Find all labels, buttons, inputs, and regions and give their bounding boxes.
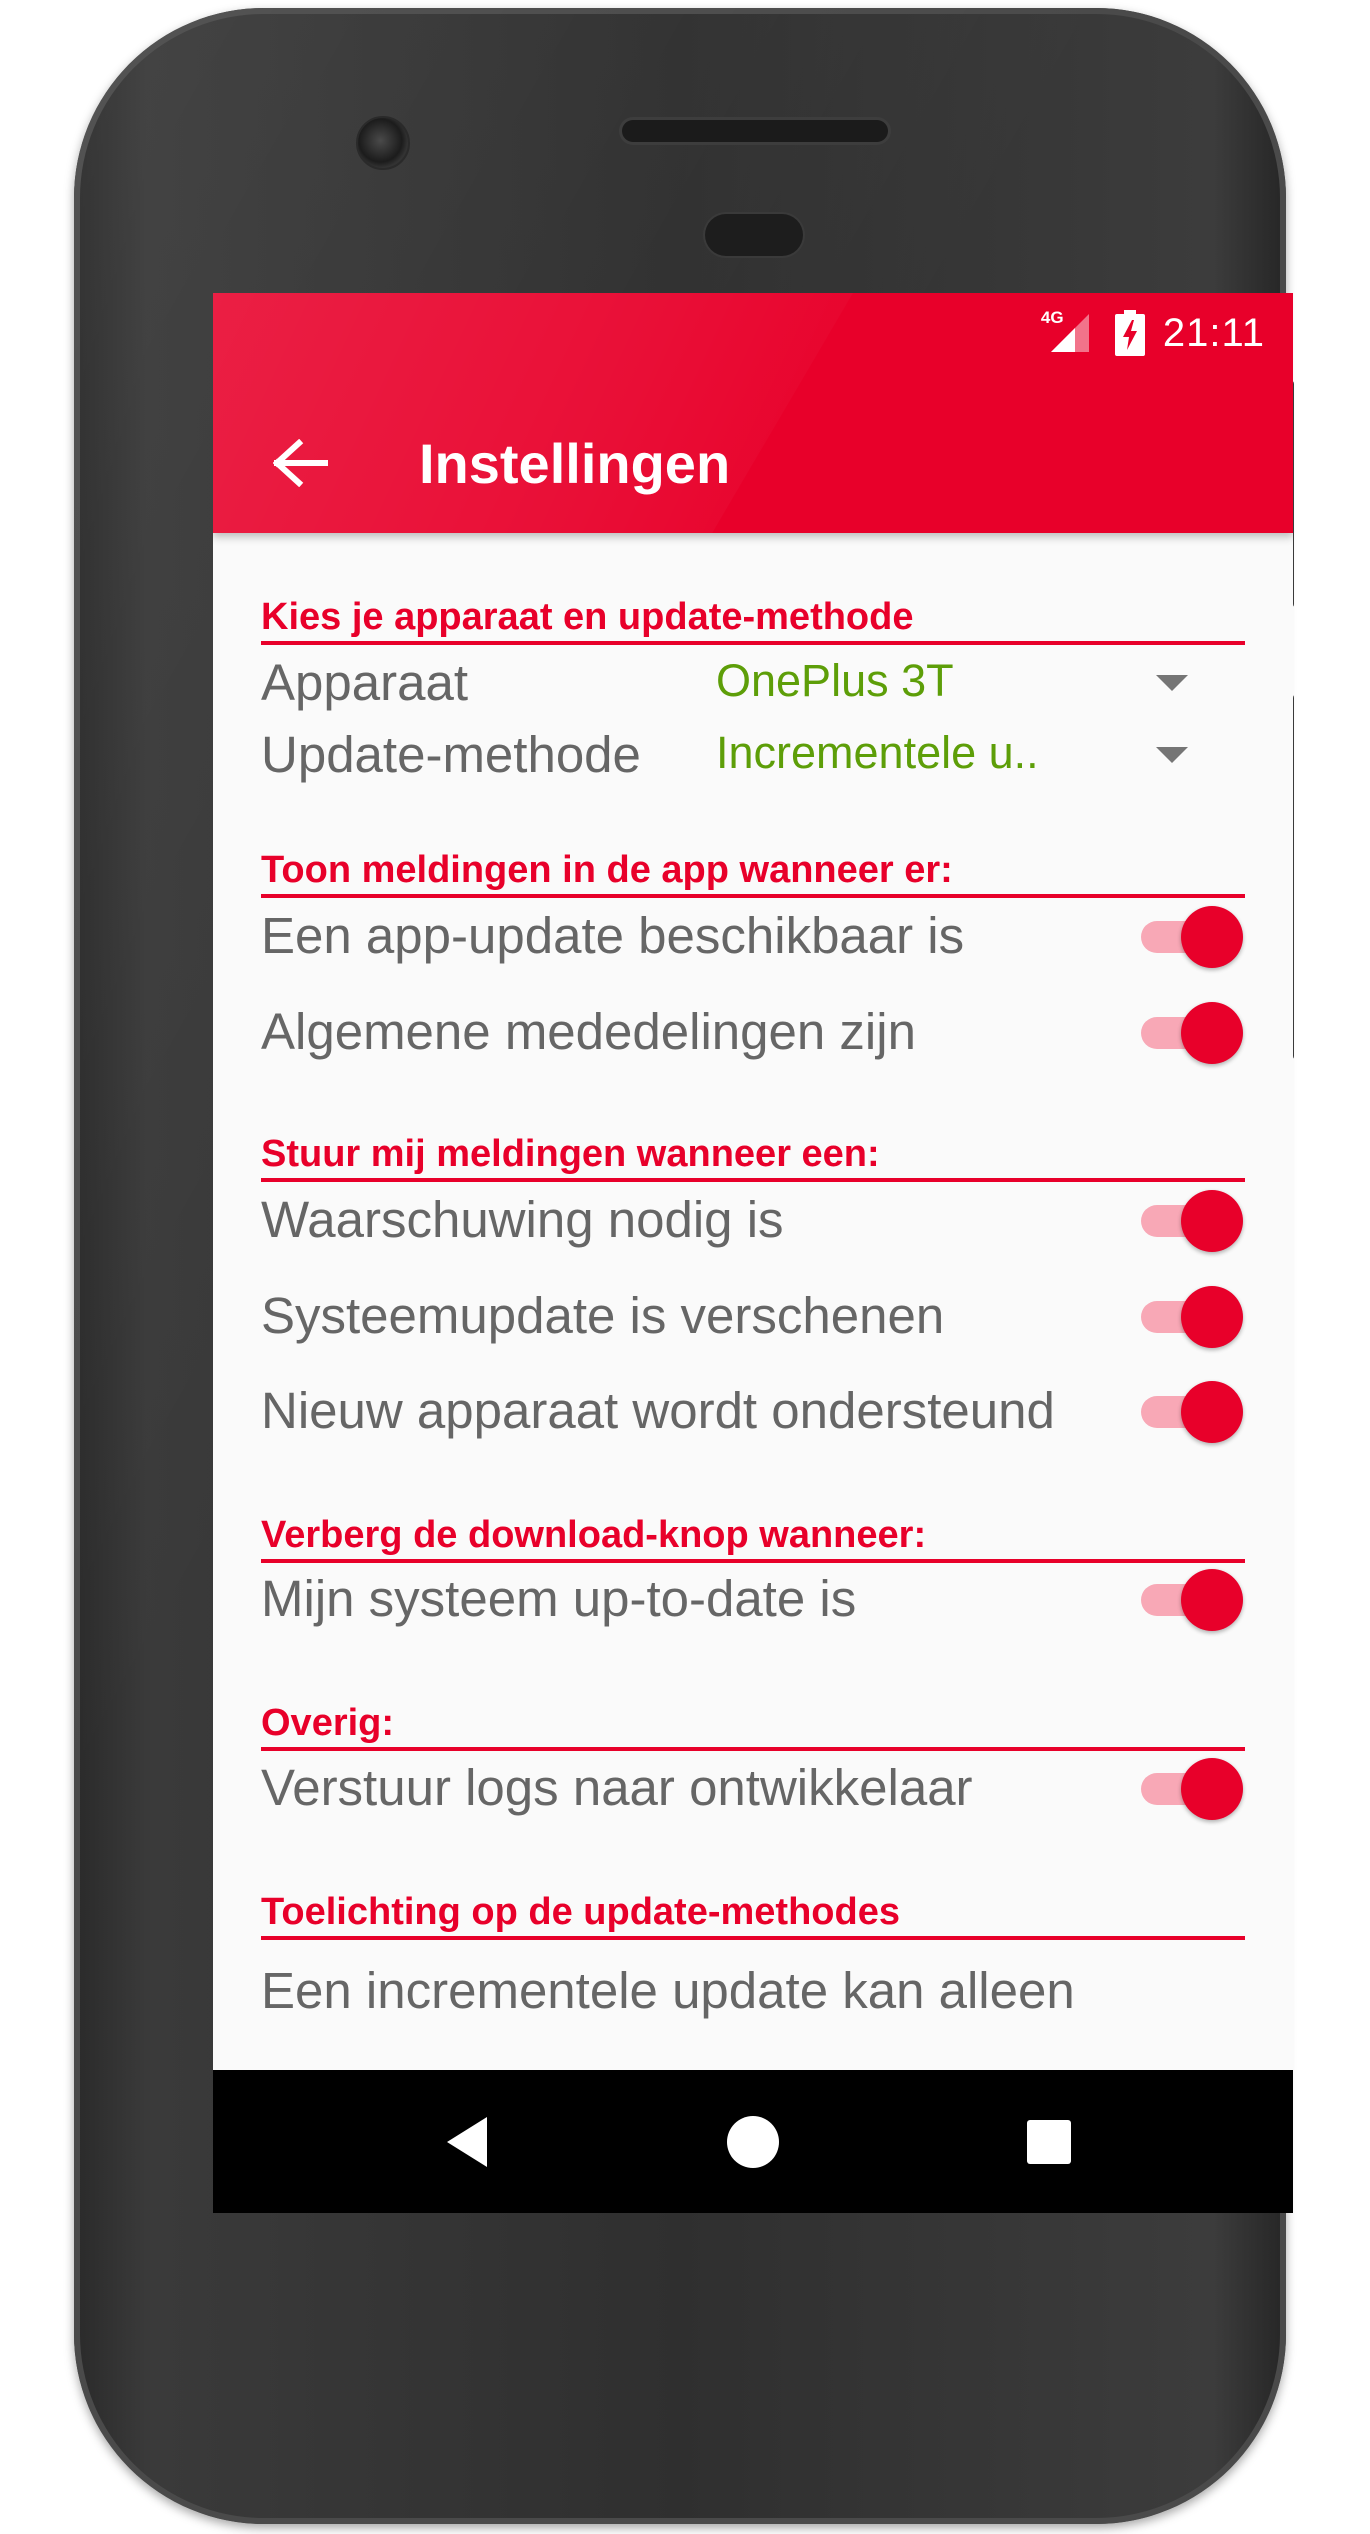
toggle-send-logs[interactable] bbox=[1137, 1758, 1243, 1820]
section-header-other: Overig: bbox=[261, 1701, 1245, 1751]
setting-label-up-to-date: Mijn systeem up-to-date is bbox=[261, 1570, 857, 1627]
top-bar: 4G 21:11 Instellingen bbox=[213, 293, 1293, 533]
status-time: 21:11 bbox=[1162, 310, 1265, 355]
update-method-label: Update-methode bbox=[261, 726, 641, 783]
setting-label-send-logs: Verstuur logs naar ontwikkelaar bbox=[261, 1759, 973, 1816]
recents-square-icon bbox=[1027, 2120, 1071, 2164]
arrow-left-icon bbox=[273, 439, 328, 487]
toggle-thumb bbox=[1181, 906, 1243, 968]
section-header-in-app: Toon meldingen in de app wanneer er: bbox=[261, 848, 1245, 898]
device-label: Apparaat bbox=[261, 654, 468, 711]
toggle-thumb bbox=[1181, 1758, 1243, 1820]
device-dropdown[interactable]: OnePlus 3T bbox=[716, 651, 954, 711]
back-button[interactable] bbox=[261, 423, 341, 503]
update-method-dropdown-arrow-icon[interactable] bbox=[1156, 747, 1188, 763]
page-title: Instellingen bbox=[419, 431, 731, 495]
toggle-thumb bbox=[1181, 1381, 1243, 1443]
toggle-thumb bbox=[1181, 1569, 1243, 1631]
section-header-device: Kies je apparaat en update-methode bbox=[261, 595, 1245, 645]
section-header-push: Stuur mij meldingen wanneer een: bbox=[261, 1132, 1245, 1182]
toggle-thumb bbox=[1181, 1190, 1243, 1252]
setting-label-new-device: Nieuw apparaat wordt ondersteund bbox=[261, 1382, 1055, 1439]
update-method-dropdown[interactable]: Incrementele u.. bbox=[716, 723, 1039, 783]
toggle-up-to-date[interactable] bbox=[1137, 1569, 1243, 1631]
home-circle-icon bbox=[727, 2116, 779, 2168]
navigation-bar bbox=[213, 2070, 1293, 2213]
screen: 4G 21:11 Instellingen Kies je apparaat e… bbox=[213, 293, 1293, 2213]
setting-label-app-update: Een app-update beschikbaar is bbox=[261, 907, 965, 964]
front-camera bbox=[356, 116, 410, 170]
proximity-sensor bbox=[705, 214, 803, 256]
phone-frame: 4G 21:11 Instellingen Kies je apparaat e… bbox=[74, 8, 1294, 2524]
nav-recents-button[interactable] bbox=[1013, 2106, 1085, 2178]
app-bar: Instellingen bbox=[213, 393, 1293, 533]
section-header-explanation: Toelichting op de update-methodes bbox=[261, 1890, 1245, 1940]
back-triangle-icon bbox=[447, 2117, 487, 2167]
status-bar: 4G 21:11 bbox=[1041, 303, 1265, 363]
toggle-announcements[interactable] bbox=[1137, 1002, 1243, 1064]
setting-label-announcements: Algemene mededelingen zijn bbox=[261, 1003, 916, 1060]
toggle-system-update[interactable] bbox=[1137, 1286, 1243, 1348]
toggle-new-device[interactable] bbox=[1137, 1381, 1243, 1443]
nav-back-button[interactable] bbox=[431, 2106, 503, 2178]
toggle-thumb bbox=[1181, 1002, 1243, 1064]
setting-label-warning: Waarschuwing nodig is bbox=[261, 1191, 784, 1248]
signal-icon: 4G bbox=[1041, 308, 1097, 356]
battery-charging-icon bbox=[1114, 310, 1145, 356]
toggle-thumb bbox=[1181, 1286, 1243, 1348]
setting-label-system-update: Systeemupdate is verschenen bbox=[261, 1287, 945, 1344]
nav-home-button[interactable] bbox=[717, 2106, 789, 2178]
device-dropdown-arrow-icon[interactable] bbox=[1156, 675, 1188, 691]
section-header-download: Verberg de download-knop wanneer: bbox=[261, 1513, 1245, 1563]
settings-list: Kies je apparaat en update-methode Appar… bbox=[213, 533, 1293, 2070]
toggle-warning[interactable] bbox=[1137, 1190, 1243, 1252]
earpiece-speaker bbox=[622, 120, 888, 142]
explanation-text: Een incrementele update kan alleen bbox=[261, 1962, 1075, 2019]
toggle-app-update[interactable] bbox=[1137, 906, 1243, 968]
